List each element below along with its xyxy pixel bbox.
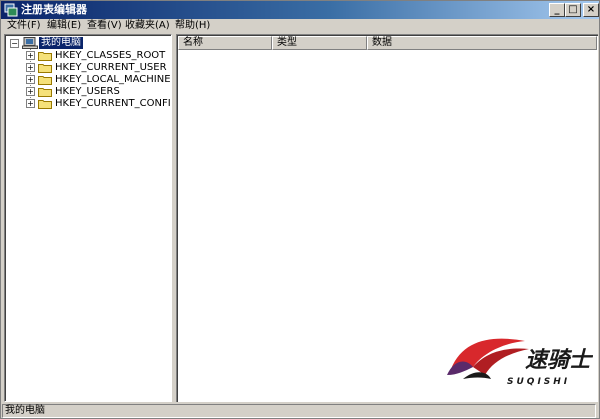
window-title: 注册表编辑器 [21,3,87,16]
minimize-button[interactable]: _ [549,3,565,17]
registry-tree[interactable]: − 我的电脑 + HKEY_CLASSES_ROOT + HKEY_CURREN… [4,34,172,402]
tree-label: HKEY_CURRENT_CONFIG [55,98,172,109]
status-text: 我的电脑 [2,404,596,418]
svg-text:SUQISHI: SUQISHI [507,377,570,387]
tree-item-hkey-current-config[interactable]: + HKEY_CURRENT_CONFIG [5,98,171,110]
column-header-data[interactable]: 数据 [367,36,597,50]
tree-label-root: 我的电脑 [39,37,83,49]
tree-label: HKEY_LOCAL_MACHINE [55,74,171,85]
tree-label: HKEY_CLASSES_ROOT [55,50,166,61]
tree-label: HKEY_USERS [55,86,120,97]
expand-icon[interactable]: + [26,51,35,60]
watermark-logo: 速骑士 SUQISHI [443,331,594,393]
folder-icon [38,87,52,97]
title-bar[interactable]: 注册表编辑器 _ □ × [1,1,599,19]
collapse-icon[interactable]: − [10,39,19,48]
menu-view[interactable]: 查看(V) [87,19,122,33]
tree-item-hkey-current-user[interactable]: + HKEY_CURRENT_USER [5,62,167,74]
tree-item-hkey-users[interactable]: + HKEY_USERS [5,86,165,98]
expand-icon[interactable]: + [26,99,35,108]
close-button[interactable]: × [583,3,599,17]
expand-icon[interactable]: + [26,87,35,96]
column-header-name[interactable]: 名称 [178,36,272,50]
registry-editor-icon [4,3,18,17]
menu-bar: 文件(F) 编辑(E) 查看(V) 收藏夹(A) 帮助(H) [1,19,599,33]
registry-editor-window: 注册表编辑器 _ □ × 文件(F) 编辑(E) 查看(V) 收藏夹(A) 帮助… [0,0,600,419]
tree-item-hkey-classes-root[interactable]: + HKEY_CLASSES_ROOT [5,50,165,62]
menu-favorites[interactable]: 收藏夹(A) [125,19,170,33]
expand-icon[interactable]: + [26,63,35,72]
svg-text:速骑士: 速骑士 [525,348,593,373]
expand-icon[interactable]: + [26,75,35,84]
column-header-type[interactable]: 类型 [272,36,367,50]
folder-icon [38,63,52,73]
menu-file[interactable]: 文件(F) [7,19,41,33]
menu-help[interactable]: 帮助(H) [175,19,210,33]
tree-label: HKEY_CURRENT_USER [55,62,167,73]
menu-edit[interactable]: 编辑(E) [47,19,81,33]
folder-icon [38,75,52,85]
tree-item-hkey-local-machine[interactable]: + HKEY_LOCAL_MACHINE [5,74,171,86]
folder-icon [38,99,52,109]
tree-item-root[interactable]: − 我的电脑 [5,37,165,49]
status-bar: 我的电脑 [1,403,599,418]
folder-icon [38,51,52,61]
maximize-button[interactable]: □ [565,3,581,17]
